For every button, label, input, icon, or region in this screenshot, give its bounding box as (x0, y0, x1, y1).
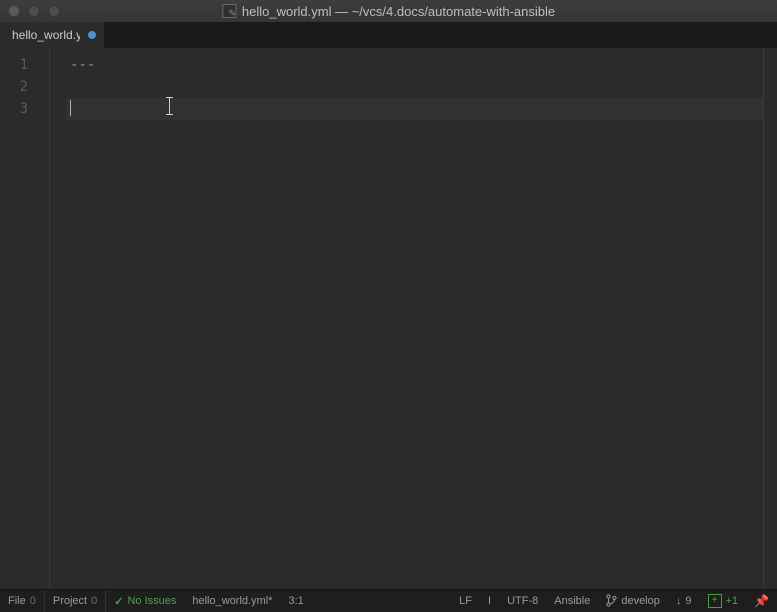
sb-line-ending[interactable]: LF (451, 590, 480, 612)
dirty-indicator-icon (88, 31, 96, 39)
sb-pin[interactable]: 📌 (746, 590, 777, 612)
line-number[interactable]: 2 (0, 76, 38, 98)
indent-strip (50, 48, 66, 589)
code-line[interactable] (66, 98, 763, 120)
tabbar: hello_world.yml (0, 22, 777, 48)
sb-file-label: File (8, 595, 26, 607)
sb-stage-count: +1 (726, 595, 739, 607)
sb-encoding-text: UTF-8 (507, 595, 538, 607)
plus-box-icon: + (708, 594, 722, 608)
code-line[interactable] (66, 76, 763, 98)
sb-caret-position[interactable]: 3:1 (280, 590, 311, 612)
code-area[interactable]: --- (66, 48, 763, 589)
line-number[interactable]: 1 (0, 54, 38, 76)
sb-indent[interactable]: I (480, 590, 499, 612)
code-text: --- (70, 57, 95, 73)
sb-issues-text: No Issues (127, 595, 176, 607)
sb-filetype-text: Ansible (554, 595, 590, 607)
code-line[interactable]: --- (66, 54, 763, 76)
sb-filename[interactable]: hello_world.yml* (184, 590, 280, 612)
sb-filename-text: hello_world.yml* (192, 595, 272, 607)
sb-branch-text: develop (621, 595, 660, 607)
check-icon: ✓ (114, 595, 123, 608)
tab-label: hello_world.yml (12, 28, 80, 42)
sb-filetype[interactable]: Ansible (546, 590, 598, 612)
sb-git-incoming[interactable]: 9 (668, 590, 700, 612)
sb-line-ending-text: LF (459, 595, 472, 607)
sb-file-count: 0 (30, 595, 36, 607)
titlebar: hello_world.yml — ~/vcs/4.docs/automate-… (0, 0, 777, 22)
line-number[interactable]: 3 (0, 98, 38, 120)
sb-project-label: Project (53, 595, 87, 607)
sb-encoding[interactable]: UTF-8 (499, 590, 546, 612)
zoom-icon[interactable] (48, 5, 60, 17)
window-title-text: hello_world.yml — ~/vcs/4.docs/automate-… (242, 4, 555, 19)
file-icon (222, 4, 236, 18)
sb-incoming-count: 9 (685, 595, 691, 607)
sb-caret-text: 3:1 (288, 595, 303, 607)
sb-git-stage[interactable]: + +1 (700, 590, 747, 612)
sb-indent-text: I (488, 595, 491, 607)
sb-git-branch[interactable]: develop (598, 590, 668, 612)
window-title: hello_world.yml — ~/vcs/4.docs/automate-… (222, 4, 555, 19)
fold-strip (38, 48, 50, 589)
editor[interactable]: 1 2 3 --- (0, 48, 777, 589)
window-controls (8, 5, 60, 17)
arrow-down-icon (676, 595, 682, 607)
branch-icon (606, 594, 617, 610)
pin-icon: 📌 (754, 594, 769, 608)
sb-issues[interactable]: ✓ No Issues (106, 590, 184, 612)
sb-project[interactable]: Project 0 (45, 590, 106, 612)
caret-icon (70, 100, 71, 116)
tab-hello-world[interactable]: hello_world.yml (0, 22, 105, 48)
statusbar: File 0 Project 0 ✓ No Issues hello_world… (0, 589, 777, 612)
sb-file[interactable]: File 0 (0, 590, 45, 612)
sb-project-count: 0 (91, 595, 97, 607)
scrollbar[interactable] (763, 48, 777, 589)
gutter: 1 2 3 (0, 48, 38, 589)
close-icon[interactable] (8, 5, 20, 17)
minimize-icon[interactable] (28, 5, 40, 17)
